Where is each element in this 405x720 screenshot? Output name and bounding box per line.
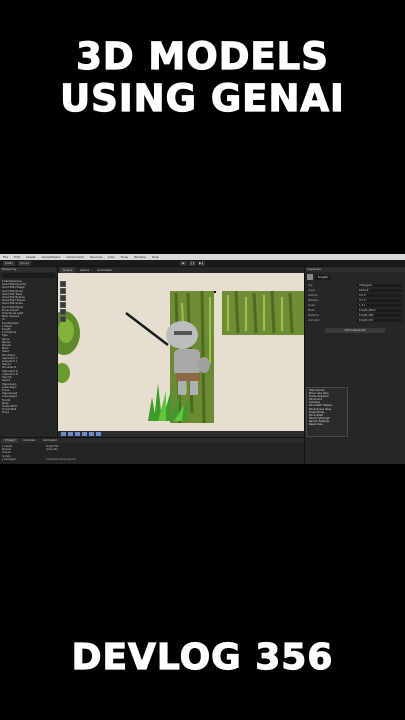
overlay-title-line-1: 3D MODELS	[75, 35, 329, 78]
property-label: Tag	[308, 284, 313, 287]
transform-tool-icon[interactable]	[60, 316, 66, 322]
overlay-button-icon[interactable]	[82, 432, 87, 436]
scene-viewport[interactable]	[58, 273, 304, 437]
property-value-field[interactable]: Knight_Ctrl	[357, 319, 402, 322]
pause-button[interactable]: ❙❙	[189, 261, 196, 266]
toolbar: DaBu Cloud ▶ ❙❙ ▶❙	[0, 260, 405, 267]
inspector-property-row: Mesh Knight_Mesh	[305, 309, 405, 312]
inspector-property-row: Tag Untagged	[305, 284, 405, 287]
overlay-button-icon[interactable]	[89, 432, 94, 436]
hierarchy-tree: ▾ SampleScene Good Plat Pyramid Good Pla…	[0, 279, 57, 416]
project-folder-tree: ▾ Assets Models Scenes Scripts ▸ Packages	[2, 445, 42, 461]
hierarchy-row[interactable]: Props	[2, 411, 55, 414]
property-label: Position	[308, 294, 319, 297]
overlay-title-line-2: USING GENAI	[60, 77, 345, 120]
overlay-button-icon[interactable]	[75, 432, 80, 436]
project-folder-item[interactable]: ▸ Packages	[2, 458, 42, 461]
project-tab-bar: Project Console Animator	[0, 438, 304, 443]
tab-console[interactable]: Console	[20, 438, 38, 443]
overlay-button-icon[interactable]	[68, 432, 73, 436]
scale-tool-icon[interactable]	[60, 302, 66, 308]
property-value-field[interactable]: Default	[357, 289, 402, 292]
context-menu-item[interactable]: Reset View	[309, 423, 345, 426]
tab-animator[interactable]: Animator	[40, 438, 60, 443]
inspector-property-row: Position 0 0 0	[305, 294, 405, 297]
hand-tool-icon[interactable]	[60, 281, 66, 287]
overlay-button-icon[interactable]	[61, 432, 66, 436]
tab-project[interactable]: Project	[2, 438, 19, 443]
project-status-path: Assets/Models/Knight.fbx	[46, 458, 77, 461]
overlay-footer-title: DEVLOG 356	[71, 637, 334, 678]
hierarchy-panel: Hierarchy ▾ SampleScene Good Plat Pyrami…	[0, 267, 58, 437]
rotate-tool-icon[interactable]	[60, 295, 66, 301]
inspector-property-row: Animator Knight_Ctrl	[305, 319, 405, 322]
tab-hierarchy[interactable]: Hierarchy	[0, 267, 57, 272]
property-label: Rotation	[308, 299, 319, 302]
property-label: Layer	[308, 289, 316, 292]
cloud-button[interactable]: Cloud	[18, 261, 31, 266]
inspector-property-row: Material Knight_Mat	[305, 314, 405, 317]
property-value-field[interactable]: Knight_Mesh	[357, 309, 402, 312]
property-value-field[interactable]: Untagged	[357, 284, 402, 287]
property-value-field[interactable]: 1 1 1	[357, 304, 402, 307]
property-value-field[interactable]: 0 0 0	[357, 294, 402, 297]
project-file-list: Knight.fbx Grass.fbx	[46, 445, 59, 451]
property-value-field[interactable]: 0 0 0	[357, 299, 402, 302]
property-label: Scale	[308, 304, 315, 307]
hierarchy-search-input[interactable]	[2, 273, 55, 278]
object-name-field[interactable]: Knight	[315, 274, 331, 280]
scene-render	[58, 273, 304, 437]
rect-tool-icon[interactable]	[60, 309, 66, 315]
add-component-button[interactable]: Add Component	[325, 328, 385, 333]
project-file-item[interactable]: Grass.fbx	[46, 448, 59, 451]
play-button[interactable]: ▶	[180, 261, 187, 266]
inspector-property-row: Layer Default	[305, 289, 405, 292]
inspector-property-row: Rotation 0 0 0	[305, 299, 405, 302]
property-label: Material	[308, 314, 319, 317]
step-button[interactable]: ▶❙	[198, 261, 205, 266]
gameobject-icon	[307, 274, 313, 280]
overlay-button-icon[interactable]	[96, 432, 101, 436]
property-value-field[interactable]: Knight_Mat	[357, 314, 402, 317]
account-button[interactable]: DaBu	[3, 261, 16, 266]
scene-panel: Scene Game Animation	[58, 267, 304, 437]
inspector-property-row: Scale 1 1 1	[305, 304, 405, 307]
play-controls: ▶ ❙❙ ▶❙	[180, 261, 205, 266]
scene-tool-strip	[60, 281, 66, 322]
property-label: Mesh	[308, 309, 315, 312]
property-label: Animator	[308, 319, 320, 322]
project-panel: Project Console Animator ▾ Assets Models S…	[0, 437, 304, 464]
scene-context-menu: Hide Gizmos Move view here Frame Selected S…	[306, 387, 348, 437]
move-tool-icon[interactable]	[60, 288, 66, 294]
